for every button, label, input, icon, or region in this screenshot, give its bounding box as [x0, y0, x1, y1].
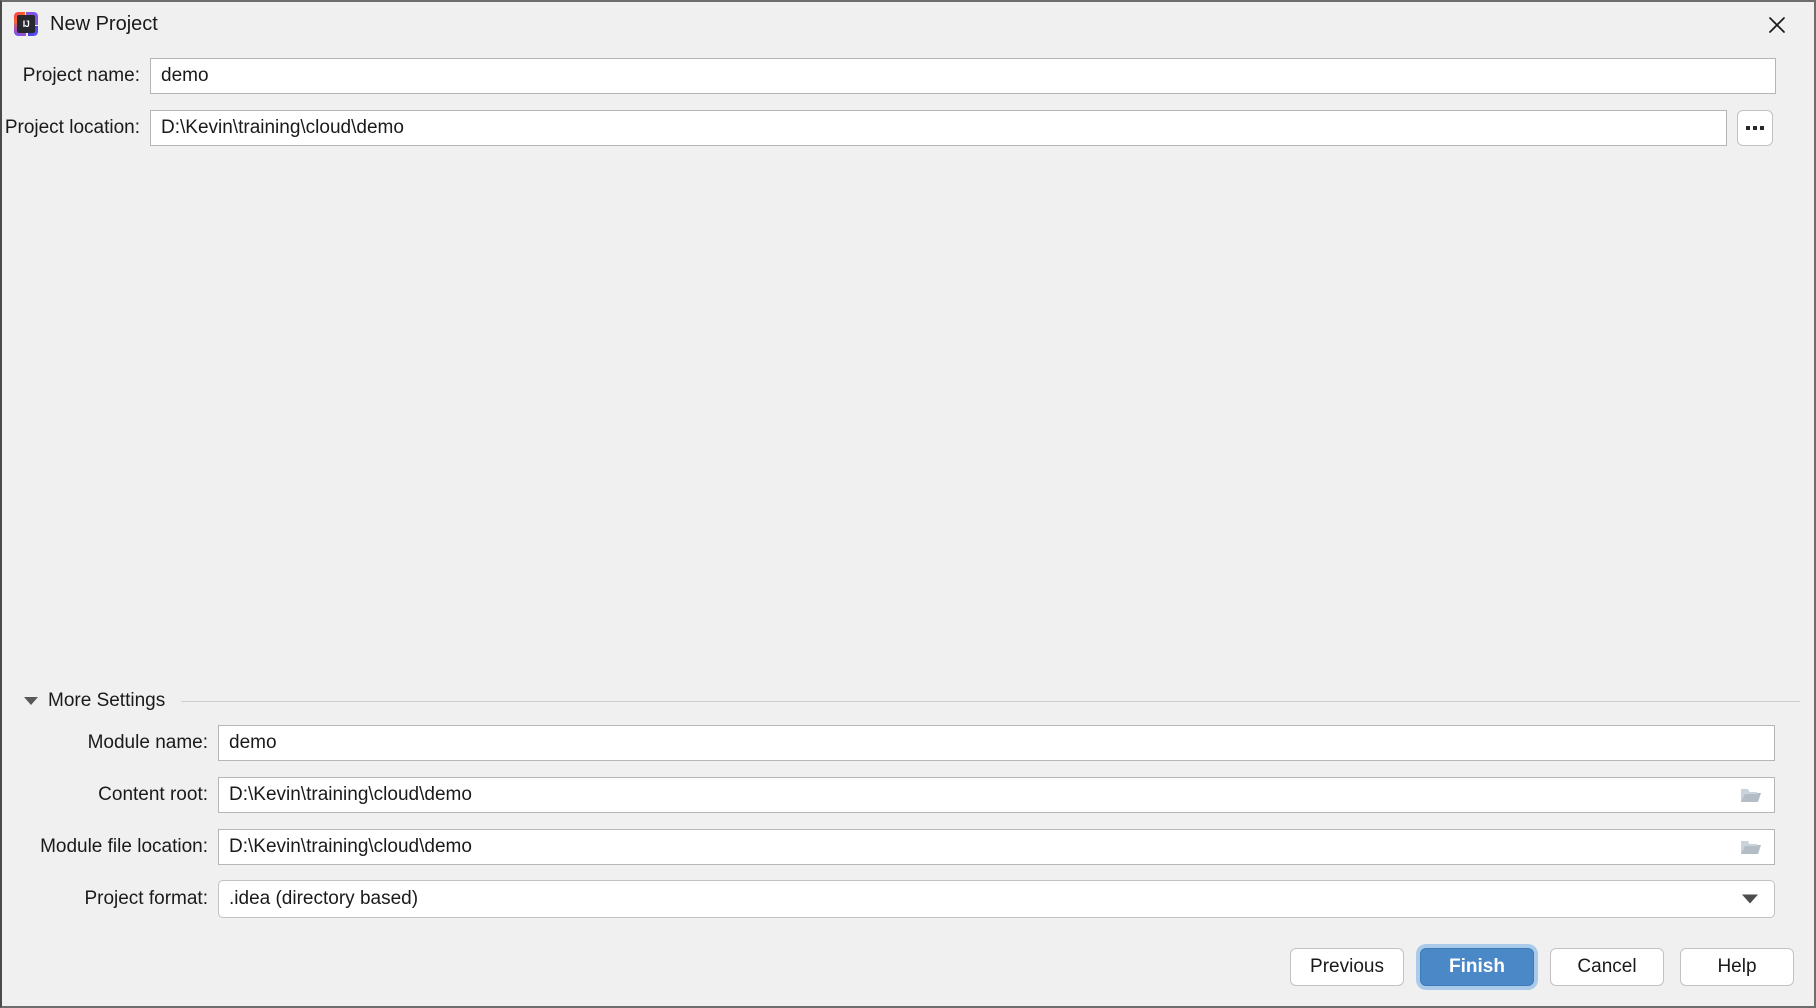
project-format-label: Project format:	[84, 888, 208, 909]
module-file-location-value: D:\Kevin\training\cloud\demo	[229, 836, 472, 857]
module-name-row: Module name: demo	[2, 725, 1814, 761]
content-root-row: Content root: D:\Kevin\training\cloud\de…	[2, 777, 1814, 813]
project-location-input[interactable]: D:\Kevin\training\cloud\demo	[150, 110, 1727, 146]
project-name-label: Project name:	[22, 65, 140, 86]
module-file-location-input[interactable]: D:\Kevin\training\cloud\demo	[218, 829, 1775, 865]
project-location-label: Project location:	[4, 117, 140, 138]
project-format-value: .idea (directory based)	[229, 888, 419, 909]
more-settings-toggle[interactable]: More Settings	[24, 690, 1800, 712]
project-basics-form: Project name: demo Project location: D:\…	[2, 58, 1814, 146]
content-root-value: D:\Kevin\training\cloud\demo	[229, 784, 472, 805]
more-settings-separator	[181, 700, 1800, 702]
close-icon[interactable]	[1760, 10, 1794, 40]
module-name-label: Module name:	[87, 732, 208, 753]
folder-icon[interactable]	[1740, 786, 1762, 804]
project-location-row: Project location: D:\Kevin\training\clou…	[2, 110, 1814, 146]
chevron-down-icon	[24, 697, 38, 705]
previous-button[interactable]: Previous	[1290, 948, 1404, 986]
intellij-idea-icon: IJ	[14, 12, 38, 36]
new-project-dialog: IJ New Project Project name: demo Projec…	[0, 0, 1816, 1008]
help-button[interactable]: Help	[1680, 948, 1794, 986]
module-name-input[interactable]: demo	[218, 725, 1775, 761]
module-file-location-row: Module file location: D:\Kevin\training\…	[2, 829, 1814, 865]
content-root-label: Content root:	[98, 784, 208, 805]
project-name-input[interactable]: demo	[150, 58, 1776, 94]
dialog-title: New Project	[50, 12, 158, 35]
app-icon-label: IJ	[17, 15, 35, 33]
dialog-titlebar: IJ New Project	[2, 2, 1814, 46]
dialog-footer: Previous Finish Cancel Help	[1290, 948, 1794, 986]
project-format-row: Project format: .idea (directory based)	[2, 880, 1814, 918]
triangle-down-icon	[1742, 894, 1758, 904]
finish-button[interactable]: Finish	[1420, 948, 1534, 986]
module-settings-form: Module name: demo Content root: D:\Kevin…	[2, 725, 1814, 918]
cancel-button[interactable]: Cancel	[1550, 948, 1664, 986]
module-file-location-label: Module file location:	[40, 836, 208, 857]
content-root-input[interactable]: D:\Kevin\training\cloud\demo	[218, 777, 1775, 813]
ellipsis-icon[interactable]	[1737, 110, 1773, 146]
folder-icon[interactable]	[1740, 838, 1762, 856]
more-settings-label: More Settings	[48, 690, 166, 711]
project-format-select[interactable]: .idea (directory based)	[218, 880, 1775, 918]
project-name-row: Project name: demo	[2, 58, 1814, 94]
